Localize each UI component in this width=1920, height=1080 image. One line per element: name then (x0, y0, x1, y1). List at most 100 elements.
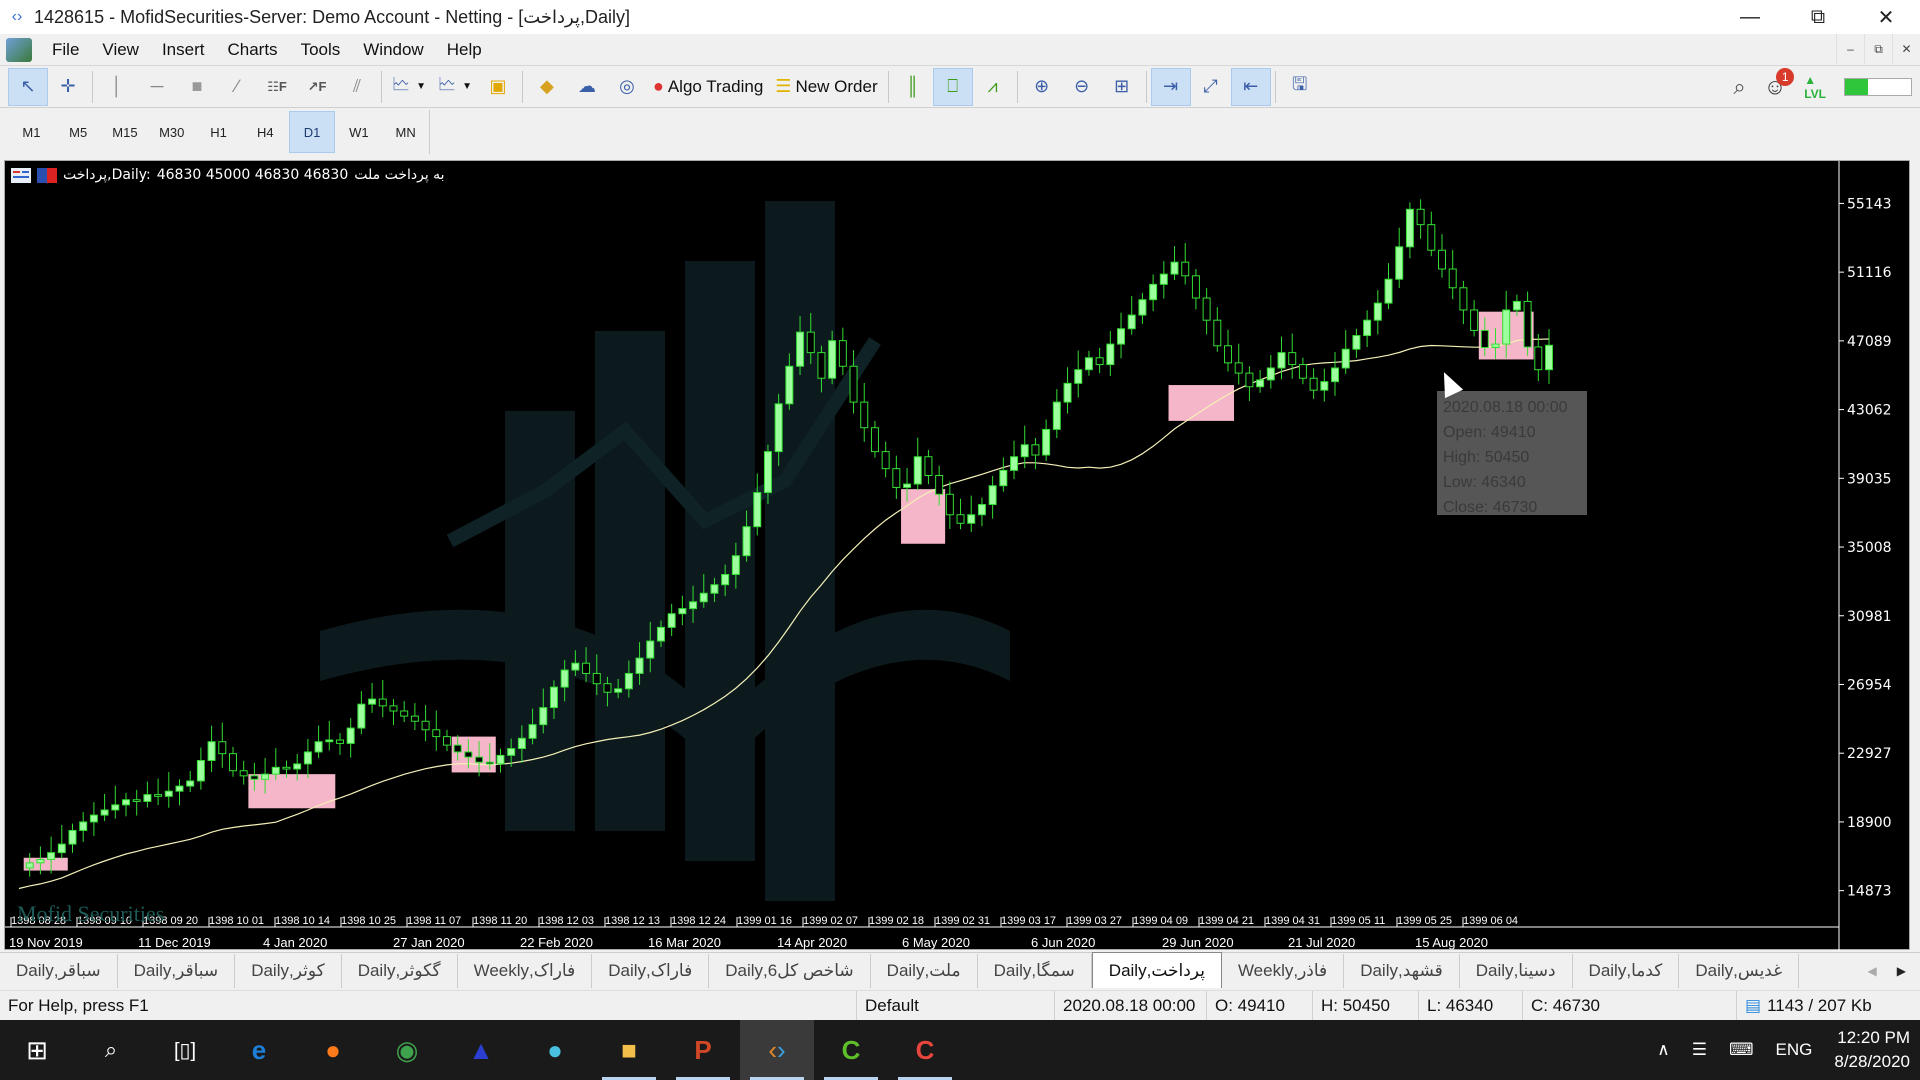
x-tick-label: 22 Feb 2020 (520, 935, 593, 950)
task-view-button[interactable]: [▯] (148, 1020, 222, 1080)
price-chart[interactable]: 55143 51116 47089 43062 39035 35008 30981 26954… (4, 160, 1911, 951)
profiles-button[interactable]: ▣ (478, 68, 518, 106)
chart-tab[interactable]: دسینا,Daily (1460, 954, 1573, 988)
chart-tab[interactable]: قشهد,Daily (1344, 954, 1460, 988)
new-order-button[interactable]: ☰ New Order (769, 68, 883, 106)
menu-insert[interactable]: Insert (156, 40, 222, 60)
close-button[interactable]: ✕ (1852, 0, 1920, 34)
signals-button[interactable]: ◎ (607, 68, 647, 106)
taskbar-edge[interactable]: e (222, 1020, 296, 1080)
tab-scroll-left-icon[interactable]: ◀ (1868, 964, 1877, 978)
clock[interactable]: 12:20 PM 8/28/2020 (1834, 1026, 1910, 1074)
chart-tab[interactable]: سباقر,Daily (0, 954, 118, 988)
taskbar-camtasia-recorder[interactable]: C (814, 1020, 888, 1080)
candlestick-button[interactable]: ⎕ (932, 67, 973, 106)
timeframe-h1[interactable]: H1 (195, 111, 242, 153)
taskbar-file-explorer[interactable]: ■ (592, 1020, 666, 1080)
chart-tab[interactable]: ملت,Daily (871, 954, 978, 988)
fibo-fan-button[interactable]: ↗F (297, 68, 337, 106)
fit-chart-button[interactable]: ⤢ (1191, 68, 1231, 106)
line-chart-button[interactable]: ⩘ (973, 68, 1013, 106)
zoom-out-icon: ⊖ (1074, 76, 1090, 96)
taskbar-firefox[interactable]: ● (296, 1020, 370, 1080)
action-center-icon[interactable]: ☰ (1692, 1040, 1707, 1060)
fibo-retracement-button[interactable]: ☷F (257, 68, 297, 106)
chart-tab[interactable]: سباقر,Daily (118, 954, 236, 988)
candle-body (710, 584, 719, 594)
taskbar-app-globe[interactable]: ● (518, 1020, 592, 1080)
chart-tab[interactable]: گکوثر,Daily (342, 954, 458, 988)
chart-restore-button[interactable]: ⧉ (1864, 34, 1892, 64)
taskbar-powerpoint[interactable]: P (666, 1020, 740, 1080)
menu-view[interactable]: View (96, 40, 156, 60)
market-bag-icon: ◆ (540, 76, 554, 96)
zoom-out-button[interactable]: ⊖ (1062, 68, 1102, 106)
vertical-line-button[interactable]: │ (97, 68, 137, 106)
language-indicator[interactable]: ENG (1776, 1040, 1813, 1060)
new-chart-button[interactable]: 🗠 ▼ (386, 68, 432, 106)
document-icon[interactable] (6, 37, 32, 62)
taskbar-app-triangle[interactable]: ▲ (444, 1020, 518, 1080)
chart-close-button[interactable]: ✕ (1892, 34, 1920, 64)
chart-list-icon[interactable] (11, 167, 31, 183)
chart-canvas[interactable]: 55143 51116 47089 43062 39035 35008 30981 26954… (5, 161, 1911, 951)
minimize-button[interactable]: — (1716, 0, 1784, 34)
bar-chart-button[interactable]: ║ (893, 68, 933, 106)
menu-file[interactable]: File (46, 40, 96, 60)
cursor-tool-button[interactable]: ↖ (8, 67, 48, 106)
tab-scroll-right-icon[interactable]: ▶ (1897, 964, 1906, 978)
save-screenshot-button[interactable]: 🖫 (1280, 68, 1320, 106)
chart-tab[interactable]: فاذر,Weekly (1222, 954, 1345, 988)
search-icon[interactable]: ⌕ (1733, 74, 1745, 100)
menu-tools[interactable]: Tools (295, 40, 358, 60)
taskbar-camtasia[interactable]: C (888, 1020, 962, 1080)
account-notifications-button[interactable]: ☺ 1 (1764, 68, 1795, 100)
chart-minimize-button[interactable]: – (1836, 34, 1864, 64)
timeframe-m5[interactable]: M5 (55, 111, 102, 153)
chart-tab[interactable]: کدما,Daily (1573, 954, 1680, 988)
timeframe-m1[interactable]: M1 (8, 111, 55, 153)
chart-tab[interactable]: شاخص کل6,Daily (709, 954, 871, 988)
chart-tab[interactable]: غدیس,Daily (1679, 954, 1800, 988)
taskbar-search-button[interactable]: ⌕ (74, 1020, 148, 1080)
start-button[interactable]: ⊞ (0, 1020, 74, 1080)
chart-tab[interactable]: فاراک,Daily (592, 954, 710, 988)
timeframe-w1[interactable]: W1 (335, 111, 382, 153)
channel-button[interactable]: ⫽ (337, 68, 377, 106)
candle-body (346, 727, 355, 744)
windows-taskbar: ⊞ ⌕ [▯] e ● ◉ ▲ ● ■ P ‹› C C ∧ ☰ ⌨ ENG 1… (0, 1020, 1920, 1080)
keyboard-icon[interactable]: ⌨ (1729, 1040, 1754, 1060)
horizontal-line-button[interactable]: ─ (137, 68, 177, 106)
zoom-in-button[interactable]: ⊕ (1022, 68, 1062, 106)
algo-trading-button[interactable]: ● Algo Trading (647, 68, 769, 106)
menu-charts[interactable]: Charts (221, 40, 294, 60)
chart-tab[interactable]: فاراک,Weekly (458, 954, 593, 988)
timeframe-mn[interactable]: MN (382, 111, 429, 153)
menu-help[interactable]: Help (441, 40, 499, 60)
chart-tab[interactable]: پرداخت,Daily (1091, 952, 1222, 988)
timeframe-m30[interactable]: M30 (148, 111, 195, 153)
timeframe-m15[interactable]: M15 (102, 111, 149, 153)
timeframe-d1[interactable]: D1 (288, 111, 336, 153)
templates-button[interactable]: 🗠 ▼ (432, 68, 478, 106)
level-icon[interactable]: ▲ LVL (1804, 73, 1826, 101)
chart-shift-button[interactable]: ⇤ (1230, 67, 1271, 106)
show-hidden-icons-button[interactable]: ∧ (1657, 1040, 1669, 1060)
trendline-button[interactable]: ∕ (217, 68, 257, 106)
chart-tab[interactable]: سمگا,Daily (978, 954, 1092, 988)
candle-body (828, 340, 837, 379)
crosshair-button[interactable]: ✛ (48, 68, 88, 106)
candle-body (1480, 329, 1489, 349)
chart-flag-icon[interactable] (37, 167, 57, 183)
taskbar-chrome[interactable]: ◉ (370, 1020, 444, 1080)
timeframe-h4[interactable]: H4 (242, 111, 289, 153)
market-button[interactable]: ◆ (527, 68, 567, 106)
tile-windows-button[interactable]: ⊞ (1102, 68, 1142, 106)
rectangle-button[interactable]: ■ (177, 68, 217, 106)
chart-tab[interactable]: کوثر,Daily (235, 954, 342, 988)
vps-button[interactable]: ☁ (567, 68, 607, 106)
restore-button[interactable]: ⧉ (1784, 0, 1852, 34)
menu-window[interactable]: Window (357, 40, 440, 60)
autoscroll-button[interactable]: ⇥ (1150, 67, 1191, 106)
taskbar-metatrader[interactable]: ‹› (740, 1020, 814, 1080)
